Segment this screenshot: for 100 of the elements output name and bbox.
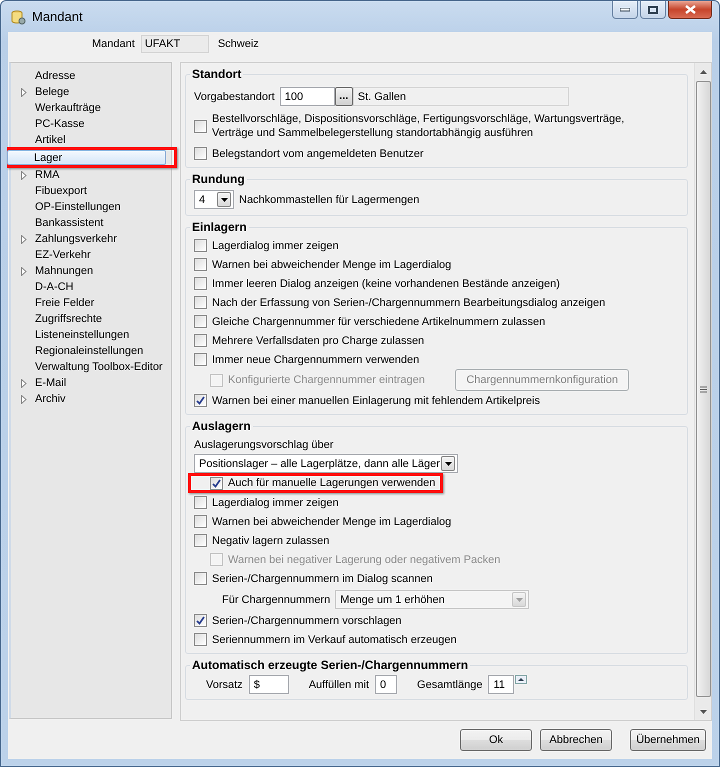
input-field[interactable]: 11 <box>488 675 514 694</box>
expand-icon[interactable] <box>21 88 27 96</box>
checkbox[interactable] <box>194 572 207 585</box>
dropdown-arrow-icon <box>516 598 523 602</box>
field-label: Nachkommastellen für Lagermengen <box>239 194 420 206</box>
sidebar-item[interactable]: Zugriffsrechte <box>11 311 171 327</box>
section-title: Standort <box>191 67 242 81</box>
checkbox[interactable] <box>210 476 223 490</box>
checkbox[interactable] <box>194 147 207 160</box>
dialog-button[interactable]: Abbrechen <box>540 729 612 751</box>
sidebar-item[interactable]: RMA <box>11 167 171 183</box>
sidebar-item[interactable]: Archiv <box>11 391 171 407</box>
input-field[interactable]: $ <box>248 675 289 694</box>
field-label: Vorgabestandort <box>194 90 275 102</box>
description-field: St. Gallen <box>352 87 569 106</box>
field-label: Auslagerungsvorschlag über <box>194 438 334 450</box>
checkbox-label: Warnen bei abweichender Menge im Lagerdialog <box>212 514 452 528</box>
sidebar-item[interactable]: Belege <box>11 84 171 100</box>
section-title: Auslagern <box>191 419 252 433</box>
sidebar-item[interactable]: Adresse <box>11 68 171 84</box>
sidebar-item[interactable]: Artikel <box>11 132 171 148</box>
dropdown[interactable]: 4 <box>194 190 234 209</box>
dropdown-arrow-icon <box>444 462 452 466</box>
sidebar-item[interactable]: Regionaleinstellungen <box>11 343 171 359</box>
scroll-up-icon[interactable] <box>700 70 706 74</box>
sidebar-item[interactable]: Lager <box>7 150 166 165</box>
checkbox-label: Belegstandort vom angemeldeten Benutzer <box>212 146 424 160</box>
field-label: Auffüllen mit <box>308 678 370 690</box>
scroll-down-icon[interactable] <box>700 710 706 714</box>
checkbox[interactable] <box>194 633 207 646</box>
scrollbar[interactable] <box>694 63 711 720</box>
checkbox-label: Immer neue Chargennummern verwenden <box>212 352 420 366</box>
maximize-icon <box>648 6 658 14</box>
close-button[interactable] <box>668 1 712 19</box>
sidebar-item[interactable]: Mahnungen <box>11 263 171 279</box>
grip-icon <box>700 386 706 392</box>
checkbox[interactable] <box>194 496 207 509</box>
checkbox[interactable] <box>194 334 207 347</box>
checkbox[interactable] <box>194 258 207 271</box>
sidebar-item[interactable]: PC-Kasse <box>11 116 171 132</box>
checkbox-label: Warnen bei einer manuellen Einlagerung mit fehlendem Artikelpreis <box>212 394 540 408</box>
checkbox[interactable] <box>194 239 207 252</box>
lookup-button[interactable]: ... <box>334 87 353 106</box>
sidebar-item[interactable]: EZ-Verkehr <box>11 247 171 263</box>
field-label: Für Chargennummern <box>222 594 330 606</box>
checkbox[interactable] <box>194 394 207 407</box>
checkbox-label: Seriennummern im Verkauf automatisch erzeugen <box>212 632 457 646</box>
minimize-icon <box>620 8 630 12</box>
sidebar-item[interactable]: Werkaufträge <box>11 100 171 116</box>
app-icon <box>10 8 26 24</box>
field-label: Mandant <box>92 38 135 50</box>
section-title: Rundung <box>191 172 246 186</box>
input-field[interactable]: 0 <box>375 675 398 694</box>
checkbox-label: Lagerdialog immer zeigen <box>212 238 339 252</box>
checkbox-label: Negativ lagern zulassen <box>212 534 330 548</box>
window-title: Mandant <box>32 9 84 24</box>
input-field[interactable]: 100 <box>280 87 335 106</box>
sidebar-item[interactable]: Verwaltung Toolbox-Editor <box>11 359 171 375</box>
checkbox[interactable] <box>194 296 207 309</box>
checkbox-label: Immer leeren Dialog anzeigen (keine vorhandenen Bestände anzeigen) <box>212 276 560 290</box>
checkbox-label: Lagerdialog immer zeigen <box>212 496 339 510</box>
dialog-button[interactable]: Übernehmen <box>630 729 706 751</box>
sidebar-item[interactable]: Listeneinstellungen <box>11 327 171 343</box>
sidebar-item[interactable]: Bankassistent <box>11 215 171 231</box>
dialog-button[interactable]: Ok <box>460 729 532 751</box>
checkbox-label: Nach der Erfassung von Serien-/Chargennummern Bearbeitungsdialog anzeigen <box>212 296 606 310</box>
spinner-up-icon[interactable] <box>515 675 528 684</box>
scroll-thumb[interactable] <box>696 81 710 697</box>
checkbox-label: Gleiche Chargennummer für verschiedene Artikelnummern zulassen <box>212 314 546 328</box>
checkbox-label: Bestellvorschläge, Dispositionsvorschläge, Fertigungsvorschläge, Wartungsverträge, Verträge und Sammelbelegerstellung standortabhängig ausführen <box>212 112 624 140</box>
checkbox[interactable] <box>194 614 207 627</box>
dropdown-arrow-icon <box>220 198 228 202</box>
dropdown[interactable]: Positionslager – alle Lagerplätze, dann alle Läger <box>194 454 458 473</box>
field-label: Vorsatz <box>206 678 243 690</box>
expand-icon[interactable] <box>21 234 27 244</box>
sidebar-item[interactable]: D-A-CH <box>11 279 171 295</box>
mandant-field: UFAKT <box>140 35 209 53</box>
checkbox[interactable] <box>194 277 207 290</box>
sidebar-item[interactable]: OP-Einstellungen <box>11 199 171 215</box>
checkbox[interactable] <box>194 353 207 366</box>
checkbox-label: Serien-/Chargennummern im Dialog scannen <box>212 572 433 586</box>
checkbox[interactable] <box>194 515 207 528</box>
minimize-button[interactable] <box>612 1 638 19</box>
checkbox[interactable] <box>194 315 207 328</box>
section-title: Einlagern <box>191 220 248 234</box>
maximize-button[interactable] <box>640 1 666 19</box>
sidebar-item[interactable]: E-Mail <box>11 375 171 391</box>
field-label: Gesamtlänge <box>417 678 482 690</box>
expand-icon[interactable] <box>21 170 27 180</box>
checkbox-label: Serien-/Chargennummern vorschlagen <box>212 614 402 628</box>
checkbox-label: Warnen bei negativer Lagerung oder negativem Packen <box>228 552 500 566</box>
mandant-name: Schweiz <box>218 38 259 50</box>
close-icon <box>684 5 696 14</box>
sidebar-item[interactable]: Freie Felder <box>11 295 171 311</box>
sidebar-item[interactable]: Zahlungsverkehr <box>11 231 171 247</box>
checkbox[interactable] <box>194 120 207 132</box>
checkbox[interactable] <box>194 534 207 547</box>
expand-icon[interactable] <box>21 266 27 276</box>
section-title: Automatisch erzeugte Serien-/Chargennummern <box>191 658 470 672</box>
sidebar-item[interactable]: Fibuexport <box>11 183 171 199</box>
